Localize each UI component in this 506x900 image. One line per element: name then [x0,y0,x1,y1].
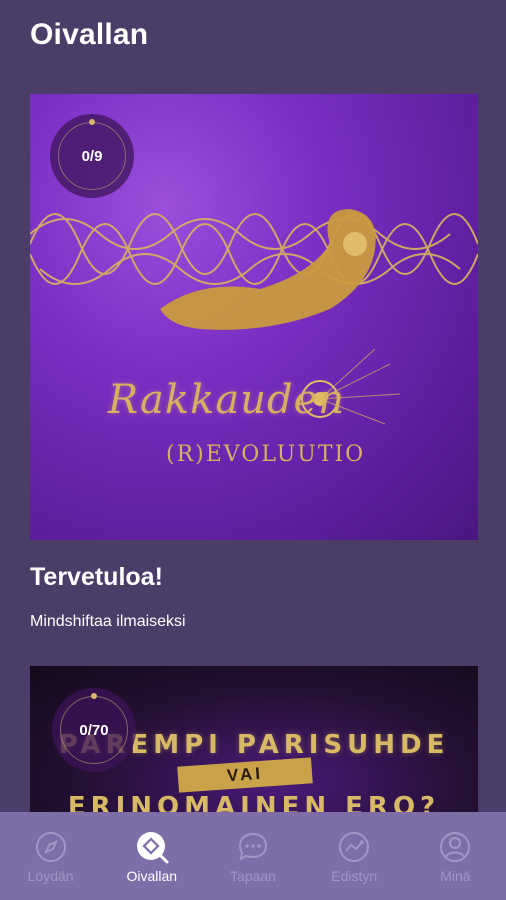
nav-label: Minä [440,868,471,884]
progress-count: 0/70 [79,721,109,739]
cover-line-2: ERINOMAINEN ERO? [67,792,441,812]
chat-icon [238,832,268,861]
compass-icon [35,832,66,862]
progress-ring: 0/9 [50,114,134,198]
bottom-navigation: Löydän Oivallan Tapaan Edistyn Minä [0,812,506,900]
course-card-cover[interactable]: PAREMPI PARISUHDE VAI ERINOMAINEN ERO? 0… [30,666,478,812]
nav-item-loydan[interactable]: Löydän [0,812,101,900]
nav-label: Tapaan [230,868,276,884]
search-icon [136,832,169,864]
cover-title: Rakkauden [108,377,346,423]
card-heading[interactable]: Tervetuloa! [30,563,163,592]
progress-count: 0/9 [81,147,103,165]
page-title: Oivallan [30,18,149,51]
profile-icon [440,832,471,862]
progress-chart-icon [339,832,370,862]
card-description: Mindshiftaa ilmaiseksi [30,613,186,630]
cover-subtitle: (R)EVOLUUTIO [166,442,366,467]
cover-mid-word: VAI [177,757,313,793]
progress-ring: 0/70 [52,688,136,772]
nav-label: Edistyn [331,868,378,884]
nav-item-tapaan[interactable]: Tapaan [202,812,303,900]
course-card-cover[interactable]: 0/9 Rakkauden (R)EVOLUUTIO [30,94,478,540]
nav-label: Oivallan [126,868,178,884]
nav-item-mina[interactable]: Minä [405,812,506,900]
nav-item-oivallan[interactable]: Oivallan [101,812,202,900]
nav-label: Löydän [27,868,74,884]
nav-item-edistyn[interactable]: Edistyn [304,812,405,900]
